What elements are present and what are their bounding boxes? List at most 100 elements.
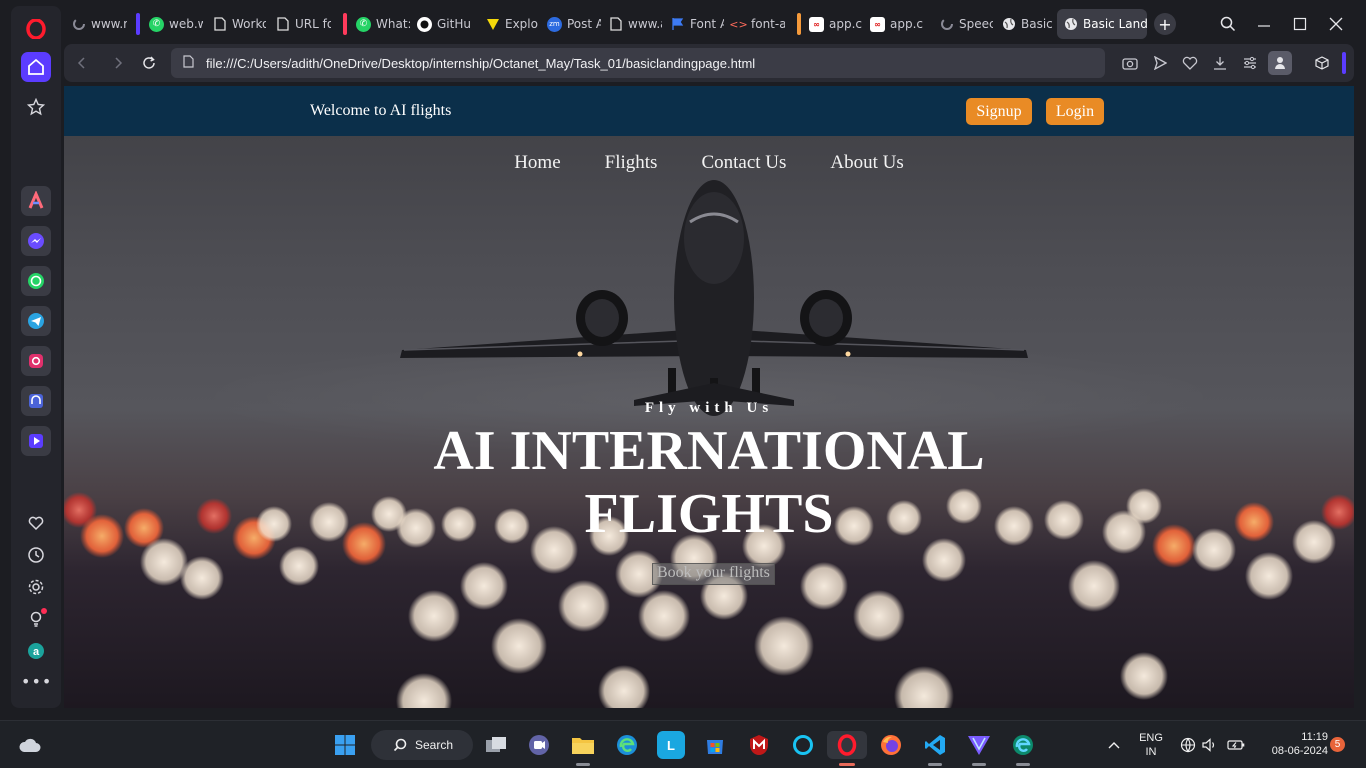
close-icon[interactable] xyxy=(1324,13,1348,35)
camera-snapshot-icon[interactable] xyxy=(1120,53,1140,73)
taskbar-search[interactable]: Search xyxy=(371,730,473,760)
more-options-icon[interactable]: ••• xyxy=(21,672,51,691)
messenger-icon[interactable] xyxy=(21,226,51,256)
tab[interactable]: Font A xyxy=(664,9,724,39)
new-tab-plus-icon[interactable]: + xyxy=(1154,13,1176,35)
clock-time: 11:19 xyxy=(1301,731,1328,743)
chevron-up-icon[interactable] xyxy=(1103,731,1125,759)
tab[interactable]: <> font-a xyxy=(725,9,785,39)
weather-cloud-icon[interactable] xyxy=(16,731,44,759)
mcafee-icon[interactable] xyxy=(745,731,773,759)
tab[interactable]: Explo xyxy=(479,9,539,39)
back-icon[interactable] xyxy=(72,53,92,73)
whatsapp-icon: ✆ xyxy=(149,16,164,32)
book-flights-button[interactable]: Book your flights xyxy=(652,563,775,585)
running-indicator xyxy=(972,763,986,766)
notification-dot xyxy=(41,608,47,614)
tab[interactable]: ✆ web.w xyxy=(143,9,203,39)
nav-about-link[interactable]: About Us xyxy=(830,152,903,174)
running-indicator xyxy=(928,763,942,766)
task-view-icon[interactable] xyxy=(482,731,510,759)
bookmarks-heart-icon[interactable] xyxy=(21,508,51,538)
edge-icon[interactable] xyxy=(613,731,641,759)
instagram-icon[interactable] xyxy=(21,346,51,376)
flag-icon xyxy=(670,17,685,32)
alexa-ring-icon[interactable] xyxy=(789,731,817,759)
tab-label: Explo xyxy=(505,17,538,31)
tab-label: What: xyxy=(376,17,410,31)
search-tabs-icon[interactable] xyxy=(1216,13,1240,35)
amazon-icon[interactable]: a xyxy=(21,636,51,666)
tab-active[interactable]: Basic Landir xyxy=(1057,9,1147,39)
nav-contact-link[interactable]: Contact Us xyxy=(701,152,786,174)
tab[interactable]: ∞ app.cr xyxy=(864,9,924,39)
firefox-icon[interactable] xyxy=(877,731,905,759)
signup-button[interactable]: Signup xyxy=(966,98,1032,125)
tab[interactable]: zm Post A xyxy=(541,9,601,39)
tab[interactable]: Speec xyxy=(933,9,993,39)
navigation-bar: file:///C:/Users/adith/OneDrive/Desktop/… xyxy=(64,44,1354,82)
clock-date: 08-06-2024 xyxy=(1271,745,1328,757)
download-icon[interactable] xyxy=(1210,53,1230,73)
document-icon xyxy=(275,17,290,32)
loading-icon xyxy=(939,17,954,32)
easy-setup-icon[interactable] xyxy=(1240,53,1260,73)
minimize-icon[interactable] xyxy=(1252,13,1276,35)
whatsapp-icon[interactable] xyxy=(21,266,51,296)
tab[interactable]: URL fo xyxy=(269,9,331,39)
windows-start-icon[interactable] xyxy=(331,731,359,759)
home-icon[interactable] xyxy=(21,52,51,82)
file-page-icon xyxy=(183,55,194,71)
tab-group-indicator xyxy=(797,13,801,35)
telegram-icon[interactable] xyxy=(21,306,51,336)
vscode-icon[interactable] xyxy=(921,731,949,759)
maximize-icon[interactable] xyxy=(1288,13,1312,35)
opera-logo-icon[interactable] xyxy=(21,14,51,44)
extensions-cube-icon[interactable] xyxy=(1312,53,1332,73)
lightbulb-icon[interactable] xyxy=(21,604,51,634)
reload-icon[interactable] xyxy=(139,53,159,73)
opera-sidebar: a ••• xyxy=(11,6,61,708)
address-bar[interactable]: file:///C:/Users/adith/OneDrive/Desktop/… xyxy=(171,48,1105,78)
history-clock-icon[interactable] xyxy=(21,540,51,570)
send-flow-icon[interactable] xyxy=(1150,53,1170,73)
speed-dial-star-icon[interactable] xyxy=(21,92,51,122)
file-explorer-icon[interactable] xyxy=(569,731,597,759)
tab[interactable]: GitHu xyxy=(411,9,473,39)
music-player-icon[interactable] xyxy=(21,386,51,416)
network-globe-icon[interactable] xyxy=(1176,731,1200,759)
bookmark-heart-icon[interactable] xyxy=(1180,53,1200,73)
tab-label: app.cr xyxy=(890,17,924,31)
language-indicator[interactable]: ENG IN xyxy=(1134,731,1168,759)
aria-icon[interactable] xyxy=(21,186,51,216)
nav-home-link[interactable]: Home xyxy=(514,152,560,174)
infinity-icon: ∞ xyxy=(809,16,824,32)
microsoft-store-icon[interactable] xyxy=(701,731,729,759)
settings-gear-icon[interactable] xyxy=(21,572,51,602)
volume-icon[interactable] xyxy=(1199,731,1221,759)
clock[interactable]: 11:19 08-06-2024 xyxy=(1252,730,1328,758)
nav-flights-link[interactable]: Flights xyxy=(605,152,658,174)
teams-chat-icon[interactable] xyxy=(525,731,553,759)
tab[interactable]: www.a xyxy=(602,9,662,39)
vite-app-icon[interactable] xyxy=(965,731,993,759)
notification-count-badge[interactable]: 5 xyxy=(1330,737,1345,752)
tab-label: Font A xyxy=(690,17,724,31)
document-icon xyxy=(608,17,623,32)
tab[interactable]: Worko xyxy=(206,9,266,39)
tab[interactable]: ✆ What: xyxy=(350,9,410,39)
web-page: Welcome to AI flights Signup Login Home … xyxy=(64,86,1354,708)
tab[interactable]: ∞ app.cr xyxy=(803,9,863,39)
edge-dev-icon[interactable] xyxy=(1009,731,1037,759)
profile-avatar-icon[interactable] xyxy=(1268,51,1292,75)
player-icon[interactable] xyxy=(21,426,51,456)
battery-icon[interactable] xyxy=(1224,731,1248,759)
linkedin-learning-icon[interactable]: L xyxy=(657,731,685,759)
tab[interactable]: Basic xyxy=(995,9,1053,39)
tab-label: Post A xyxy=(567,17,601,31)
forward-icon[interactable] xyxy=(108,53,128,73)
url-text: file:///C:/Users/adith/OneDrive/Desktop/… xyxy=(206,55,756,71)
login-button[interactable]: Login xyxy=(1046,98,1104,125)
opera-taskbar-icon[interactable] xyxy=(827,731,867,759)
tab[interactable]: www.r xyxy=(65,9,127,39)
